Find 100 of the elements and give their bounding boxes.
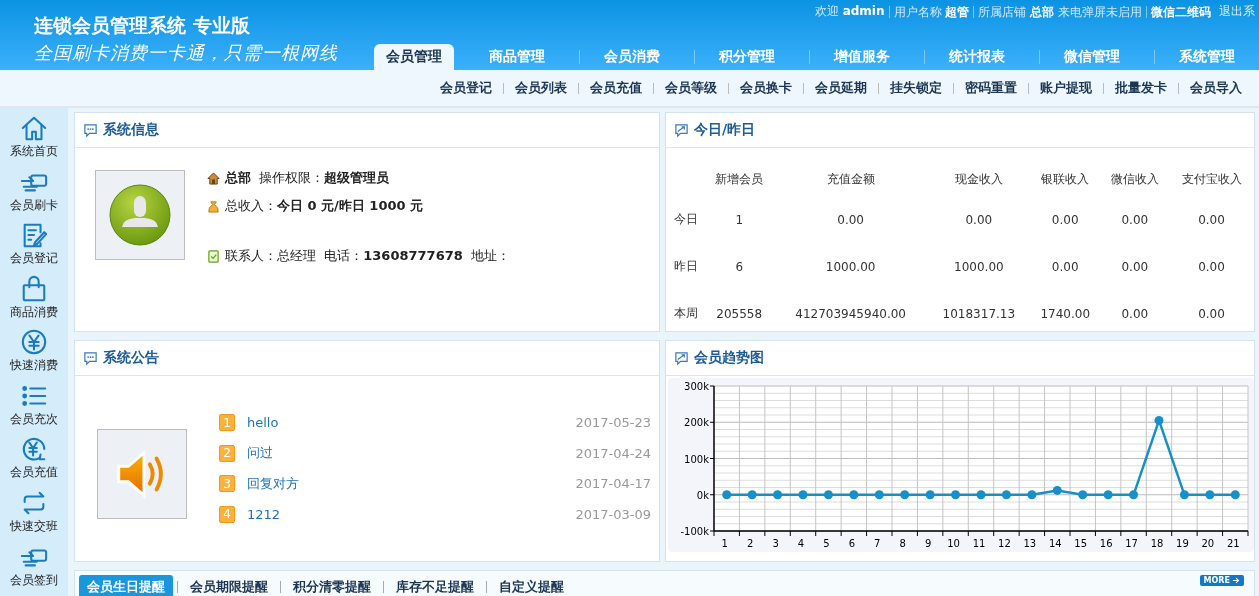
nav-tab[interactable]: 会员管理 (374, 44, 454, 70)
axis-label: 21 (1226, 538, 1240, 549)
announcement-link[interactable]: 问过 (247, 444, 576, 463)
reminder-tab[interactable]: 积分清零提醒 (285, 575, 379, 596)
sidebar-item[interactable]: 系统首页 (10, 114, 58, 168)
home-icon (20, 114, 48, 142)
table-cell-text: 0.00 (1120, 305, 1150, 323)
panel-title: 今日/昨日 (694, 121, 756, 139)
data-point (874, 490, 884, 500)
subnav-link[interactable]: 会员列表 (504, 79, 578, 97)
row-label: 本周 (673, 305, 699, 322)
axis-label: 100k (684, 453, 709, 465)
reminder-tab[interactable]: 会员期限提醒 (182, 575, 276, 596)
number-badge: 4 (219, 505, 235, 523)
number-badge: 2 (219, 444, 235, 462)
table-cell-text: 1000.00 (953, 258, 1005, 276)
data-point (773, 490, 783, 500)
axis-label: 13 (1023, 538, 1037, 549)
table-cell-text: 1740.00 (1039, 305, 1092, 323)
announcement-link[interactable]: 1212 (247, 506, 576, 522)
table-cell-text: 1000.00 (824, 258, 877, 276)
arrow-icon (1232, 577, 1240, 584)
data-point (1027, 490, 1037, 500)
user-info: 用户名称 超管 (888, 5, 974, 18)
axis-label: 200k (684, 417, 709, 429)
sidebar-item[interactable]: 会员充次 (10, 381, 58, 436)
axis-label: 16 (1099, 538, 1113, 549)
user-info: 欢迎 admin (813, 3, 886, 20)
data-point (900, 490, 910, 500)
table-cell-text: 0.00 (964, 211, 994, 229)
trend-chart-icon (674, 122, 689, 138)
axis-label: 11 (972, 538, 986, 549)
announcement-link[interactable]: hello (247, 415, 576, 431)
column-header: 银联收入 (1040, 170, 1091, 188)
info-text: 联系人：总经理 电话：13608777678 地址： (225, 247, 511, 265)
subnav-link[interactable]: 会员延期 (804, 79, 878, 97)
axis-label: 9 (924, 538, 932, 549)
data-point (1052, 485, 1062, 495)
sidebar-item[interactable]: 会员充值 (10, 435, 58, 489)
reminder-tab[interactable]: 库存不足提醒 (388, 575, 482, 596)
sidebar-item[interactable]: 会员刷卡 (10, 167, 58, 222)
sidebar-item[interactable]: 会员签到 (10, 542, 58, 596)
subnav-link[interactable]: 密码重置 (954, 79, 1028, 97)
data-point (1129, 490, 1139, 500)
axis-label: 7 (874, 538, 881, 549)
axis-label: -100k (680, 526, 709, 537)
data-point (976, 490, 986, 500)
date: 2017-03-09 (575, 506, 651, 522)
data-point (1103, 490, 1113, 500)
sidebar-item[interactable]: 会员登记 (10, 221, 58, 275)
subnav-link[interactable]: 会员导入 (1179, 79, 1253, 97)
yen-coin-icon (20, 328, 48, 357)
table-cell-text: 0.00 (1197, 211, 1226, 229)
axis-label: 3 (772, 538, 779, 549)
column-header: 充值金额 (825, 170, 876, 188)
info-text: 总收入：今日 0 元/昨日 1000 元 (225, 197, 424, 215)
panel-title: 系统公告 (103, 349, 159, 367)
data-point (1078, 490, 1088, 500)
subnav-link[interactable]: 会员换卡 (729, 79, 803, 97)
subnav-link[interactable]: 账户提现 (1029, 79, 1103, 97)
axis-label: 0k (696, 489, 709, 501)
shopping-bag-icon (20, 274, 48, 303)
data-point (722, 490, 732, 500)
data-point (1230, 490, 1240, 500)
sidebar-item[interactable]: 快速交班 (10, 488, 58, 543)
table-cell-text: 1018317.13 (941, 305, 1017, 323)
subnav-link[interactable]: 批量发卡 (1104, 79, 1178, 97)
column-header: 新增会员 (714, 170, 765, 188)
subnav-link[interactable]: 挂失锁定 (879, 79, 953, 97)
subnav-link[interactable]: 会员登记 (429, 79, 503, 97)
reminder-tab[interactable]: 自定义提醒 (491, 575, 572, 596)
row-label: 今日 (673, 211, 699, 228)
axis-label: 15 (1074, 538, 1088, 549)
axis-label: 5 (823, 538, 830, 549)
house-icon (207, 171, 220, 185)
number-badge: 3 (219, 475, 235, 493)
axis-label: 4 (797, 538, 805, 549)
slogan: 全国刷卡消费一卡通，只需一根网线 (34, 42, 338, 65)
announcement-link[interactable]: 回复对方 (247, 474, 576, 493)
table-cell-text: 412703945940.00 (794, 305, 907, 323)
data-point (1154, 415, 1164, 425)
axis-label: 19 (1176, 538, 1189, 549)
axis-label: 300k (684, 381, 709, 392)
table-cell-text: 205558 (715, 305, 764, 323)
sidebar-item[interactable]: 商品消费 (10, 274, 58, 329)
sidebar-item[interactable]: 快速消费 (10, 328, 58, 382)
column-header: 微信收入 (1109, 170, 1160, 188)
panel-title: 会员趋势图 (694, 349, 764, 367)
speech-bubble-icon (83, 122, 98, 138)
data-point (849, 490, 859, 500)
subnav-link[interactable]: 会员充值 (579, 79, 653, 97)
table-cell-text: 0.00 (836, 211, 865, 229)
date: 2017-04-17 (575, 476, 651, 492)
data-point (1001, 490, 1011, 500)
subnav-link[interactable]: 会员等级 (654, 79, 728, 97)
more-button[interactable]: MORE (1199, 575, 1244, 586)
table-cell-text: 1 (734, 211, 745, 229)
axis-label: 2 (746, 538, 754, 549)
data-point (951, 490, 961, 500)
axis-label: 10 (947, 538, 960, 549)
